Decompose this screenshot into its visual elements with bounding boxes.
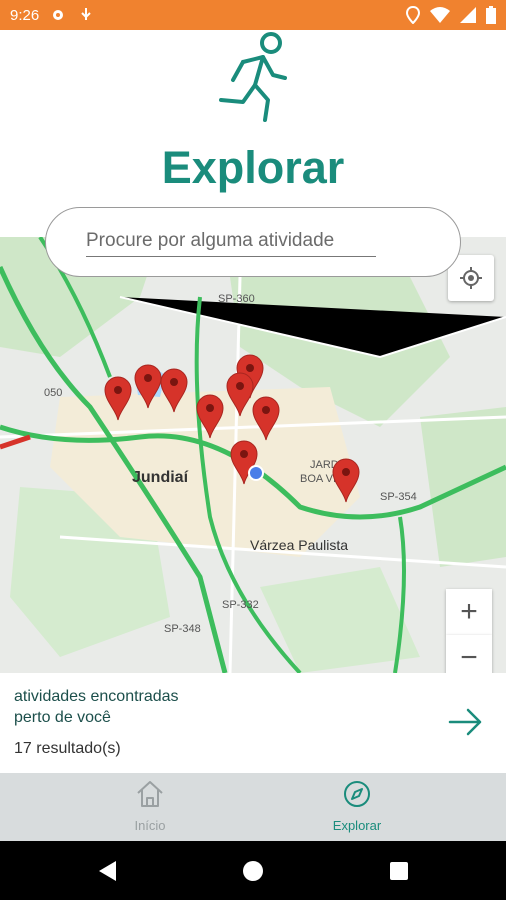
zoom-out-button[interactable]: −: [446, 635, 492, 673]
road-label: SP-348: [164, 623, 201, 635]
road-label: SP-332: [222, 599, 259, 611]
search-input[interactable]: [86, 226, 376, 257]
road-label: SP-360: [218, 293, 255, 305]
compass-icon: [344, 781, 370, 807]
home-button-icon[interactable]: [243, 861, 263, 881]
status-bar: 9:26: [0, 0, 506, 30]
bottom-navigation: Início Explorar: [0, 773, 506, 841]
zoom-in-button[interactable]: +: [446, 589, 492, 635]
usb-icon: [77, 6, 95, 24]
recents-icon[interactable]: [390, 862, 408, 880]
current-location-dot: [248, 465, 264, 481]
map-marker[interactable]: [195, 393, 225, 439]
nav-label: Explorar: [332, 818, 382, 833]
my-location-button[interactable]: [448, 255, 494, 301]
signal-icon: [460, 7, 476, 27]
road-label: SP-354: [380, 491, 417, 503]
map-marker[interactable]: [159, 367, 189, 413]
battery-icon: [486, 6, 496, 28]
map-view[interactable]: SP-360 050 SP-354 SP-332 SP-348 Jundiaí …: [0, 237, 506, 673]
back-icon[interactable]: [99, 861, 116, 881]
map-marker[interactable]: [251, 395, 281, 441]
place-label: Jundiaí: [132, 469, 189, 486]
map-marker[interactable]: [103, 375, 133, 421]
nav-item-explorar[interactable]: Explorar: [297, 779, 417, 839]
map-marker[interactable]: [331, 457, 361, 503]
location-icon: [405, 5, 421, 28]
results-heading-line1: atividades encontradas: [14, 688, 179, 705]
place-label: Várzea Paulista: [250, 537, 349, 553]
search-bar: [45, 207, 461, 277]
settings-icon: [49, 6, 67, 24]
wifi-icon: [430, 7, 450, 27]
results-panel[interactable]: atividades encontradas perto de você 17 …: [0, 673, 506, 773]
home-icon: [137, 781, 163, 807]
nav-label: Início: [134, 818, 166, 833]
results-heading-line2: perto de você: [14, 709, 111, 726]
results-count: 17 resultado(s): [14, 740, 121, 757]
page-title: Explorar: [161, 142, 345, 193]
crosshair-icon: [460, 267, 482, 289]
arrow-right-icon[interactable]: [448, 707, 484, 737]
nav-item-inicio[interactable]: Início: [90, 779, 210, 839]
road-label: 050: [44, 387, 63, 399]
system-navigation-bar: [0, 841, 506, 900]
status-time: 9:26: [10, 6, 40, 24]
running-person-icon: [213, 30, 293, 125]
